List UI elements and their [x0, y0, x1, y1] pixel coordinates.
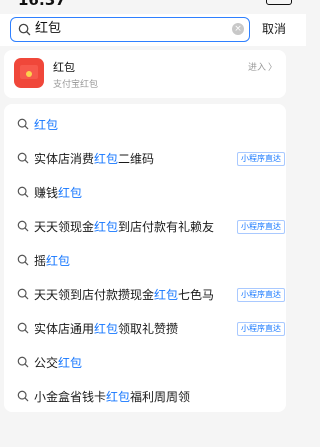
search-input[interactable]: 红包 ×	[10, 17, 250, 42]
suggestion-text-highlight: 红包	[94, 152, 119, 166]
search-icon	[17, 118, 29, 130]
suggestion-text: 赚钱红包	[34, 184, 82, 201]
search-icon	[17, 390, 29, 402]
search-icon	[18, 23, 31, 36]
battery-icon	[266, 0, 292, 5]
suggestion-text-pre: 公交	[34, 356, 59, 370]
suggestion-text-highlight: 红包	[94, 322, 119, 336]
search-row: 红包 × 取消	[0, 14, 306, 46]
app-subtitle: 支付宝红包	[53, 80, 99, 90]
suggestion-list: 红包 实体店消费红包二维码 小程序直达 赚钱红包 天天领现金红包到店付款有礼赖友 小程序直…	[4, 104, 286, 412]
enter-label: 进入	[247, 63, 266, 73]
suggestion-item[interactable]: 实体店消费红包二维码 小程序直达	[4, 142, 286, 176]
suggestion-item[interactable]: 公交红包	[4, 346, 286, 380]
suggestion-text-pre: 实体店消费	[34, 152, 95, 166]
app-name: 红包	[53, 61, 75, 74]
cancel-button[interactable]: 取消	[262, 20, 286, 37]
suggestion-text-post: 福利周周领	[130, 390, 191, 404]
search-icon	[17, 322, 29, 334]
suggestion-text-highlight: 红包	[46, 254, 71, 268]
suggestion-text-highlight: 红包	[94, 220, 119, 234]
suggestion-item[interactable]: 红包	[4, 108, 286, 142]
suggestion-text-highlight: 红包	[34, 118, 59, 132]
suggestion-item[interactable]: 实体店通用红包领取礼赞攒 小程序直达	[4, 312, 286, 346]
app-result-card[interactable]: 红包 支付宝红包 进入〉	[4, 50, 286, 98]
suggestion-text-pre: 天天领到店付款攒现金	[34, 288, 155, 302]
chevron-right-icon: 〉	[267, 63, 277, 73]
suggestion-text-pre: 摇	[34, 254, 47, 268]
search-icon	[17, 152, 29, 164]
mini-program-badge[interactable]: 小程序直达	[237, 322, 285, 336]
mini-program-badge[interactable]: 小程序直达	[237, 288, 285, 302]
suggestion-text-post: 七色马	[178, 288, 215, 302]
suggestion-text-post: 领取礼赞攒	[118, 322, 179, 336]
suggestion-text: 实体店通用红包领取礼赞攒	[34, 320, 178, 337]
suggestion-text-pre: 天天领现金	[34, 220, 95, 234]
suggestion-text-post: 到店付款有礼赖友	[118, 220, 215, 234]
search-icon	[17, 356, 29, 368]
search-icon	[17, 254, 29, 266]
suggestion-text: 实体店消费红包二维码	[34, 150, 154, 167]
suggestion-text: 天天领到店付款攒现金红包七色马	[34, 286, 214, 303]
suggestion-item[interactable]: 赚钱红包	[4, 176, 286, 210]
suggestion-text-post: 二维码	[118, 152, 155, 166]
mini-program-badge[interactable]: 小程序直达	[237, 220, 285, 234]
search-value: 红包	[35, 21, 62, 36]
suggestion-text-highlight: 红包	[106, 390, 131, 404]
status-time: 16:37	[18, 0, 66, 9]
suggestion-text-highlight: 红包	[58, 356, 83, 370]
suggestion-text-highlight: 红包	[58, 186, 83, 200]
suggestion-text: 天天领现金红包到店付款有礼赖友	[34, 218, 214, 235]
search-icon	[17, 288, 29, 300]
clear-icon[interactable]: ×	[232, 23, 244, 35]
search-icon	[17, 186, 29, 198]
suggestion-text-pre: 实体店通用	[34, 322, 95, 336]
suggestion-text: 红包	[34, 116, 58, 133]
suggestion-item[interactable]: 小金盒省钱卡红包福利周周领	[4, 380, 286, 412]
enter-link[interactable]: 进入〉	[248, 60, 277, 73]
suggestion-item[interactable]: 天天领到店付款攒现金红包七色马 小程序直达	[4, 278, 286, 312]
red-envelope-icon	[14, 58, 44, 88]
suggestion-item[interactable]: 天天领现金红包到店付款有礼赖友 小程序直达	[4, 210, 286, 244]
status-bar: 16:37	[0, 0, 306, 12]
mini-program-badge[interactable]: 小程序直达	[237, 152, 285, 166]
search-icon	[17, 220, 29, 232]
suggestion-text: 公交红包	[34, 354, 82, 371]
suggestion-text-pre: 小金盒省钱卡	[34, 390, 107, 404]
suggestion-text-pre: 赚钱	[34, 186, 59, 200]
suggestion-text: 摇红包	[34, 252, 70, 269]
suggestion-text: 小金盒省钱卡红包福利周周领	[34, 388, 190, 405]
suggestion-item[interactable]: 摇红包	[4, 244, 286, 278]
suggestion-text-highlight: 红包	[154, 288, 179, 302]
